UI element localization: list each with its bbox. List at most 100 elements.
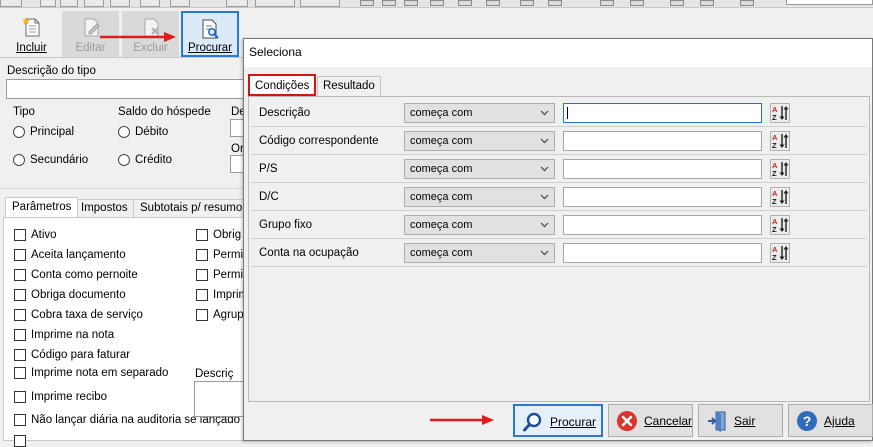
partial-tab[interactable] [0,0,22,7]
descricao-tipo-input[interactable] [6,79,244,99]
value-input[interactable] [563,243,762,263]
partial-control[interactable] [458,0,472,6]
nota-separado-checkbox[interactable] [14,367,26,379]
partial-control[interactable] [430,0,444,6]
saldo-credito-radio[interactable] [118,154,130,166]
partial-tab[interactable] [140,0,160,7]
condition-select[interactable]: começa com [404,131,555,151]
partial-checkbox[interactable] [196,309,208,321]
partial-tab[interactable] [40,0,56,7]
nao-lancar-diaria-checkbox[interactable] [14,414,26,426]
tab-condicoes[interactable]: Condições [248,74,317,96]
condition-value: começa com [410,191,473,203]
checkbox-label: Agrup [213,309,244,321]
partial-control[interactable] [700,0,714,6]
ajuda-label: Ajuda [824,414,855,428]
procurar-toolbar-button[interactable]: Procurar [181,11,239,57]
codigo-faturar-checkbox[interactable] [14,349,26,361]
condition-select[interactable]: começa com [404,159,555,179]
chevron-down-icon [540,166,549,172]
svg-text:?: ? [803,413,812,429]
field-name: Código correspondente [259,135,379,147]
tab-subtotais[interactable]: Subtotais p/ resumo [133,199,250,217]
sort-az-icon[interactable]: A Z [770,187,790,207]
sort-az-icon[interactable]: A Z [770,103,790,123]
condition-value: começa com [410,163,473,175]
exit-door-icon [708,411,726,432]
tipo-secundario-radio[interactable] [13,154,25,166]
partial-checkbox[interactable] [14,435,26,447]
condition-row: Código correspondente começa com A Z [251,127,867,155]
procurar-label: Procurar [550,415,597,429]
sort-az-icon[interactable]: A Z [770,159,790,179]
partial-tab[interactable] [226,0,248,7]
condicoes-panel: Descrição começa com A Z Código correspo… [248,96,870,402]
partial-tab[interactable] [255,0,295,7]
condition-row: Descrição começa com A Z [251,99,867,127]
condition-select[interactable]: começa com [404,103,555,123]
partial-control[interactable] [670,0,684,6]
checkbox-label: Permi [213,269,244,281]
cancelar-button[interactable]: Cancelar [608,404,693,437]
value-input[interactable] [563,131,762,151]
partial-control[interactable] [548,0,562,6]
value-input[interactable] [563,215,762,235]
partial-tab[interactable] [84,0,104,7]
sort-az-icon[interactable]: A Z [770,215,790,235]
partial-checkbox[interactable] [196,249,208,261]
partial-tab[interactable] [300,0,340,7]
sort-az-icon[interactable]: A Z [770,243,790,263]
partial-tab[interactable] [60,0,78,7]
value-input[interactable] [563,159,762,179]
partial-control[interactable] [360,0,374,6]
partial-control[interactable] [740,0,754,6]
partial-checkbox[interactable] [196,269,208,281]
tab-impostos[interactable]: Impostos [74,199,135,217]
aceita-lancamento-checkbox[interactable] [14,249,26,261]
saldo-credito-label: Crédito [135,154,173,166]
partial-control[interactable] [486,0,500,6]
cobra-taxa-checkbox[interactable] [14,309,26,321]
partial-control[interactable] [600,0,614,6]
ativo-checkbox[interactable] [14,229,26,241]
condition-row: D/C começa com A Z [251,183,867,211]
condition-select[interactable]: começa com [404,215,555,235]
condition-value: começa com [410,107,473,119]
procurar-button[interactable]: Procurar [513,404,603,437]
tipo-principal-radio[interactable] [13,126,25,138]
partial-control[interactable] [382,0,396,6]
partial-control[interactable] [520,0,534,6]
partial-control[interactable] [630,0,644,6]
condition-select[interactable]: começa com [404,187,555,207]
incluir-button[interactable]: Incluir [3,11,60,57]
tab-parametros[interactable]: Parâmetros [5,197,79,217]
saldo-debito-radio[interactable] [118,126,130,138]
imprime-nota-checkbox[interactable] [14,329,26,341]
value-input[interactable] [563,187,762,207]
svg-text:Z: Z [772,113,777,122]
ajuda-button[interactable]: ? Ajuda [788,404,873,437]
imprime-recibo-checkbox[interactable] [14,391,26,403]
chevron-down-icon [540,110,549,116]
procurar-toolbar-label: Procurar [187,42,233,54]
partial-control[interactable] [404,0,418,6]
incluir-label: Incluir [16,42,47,54]
tab-resultado[interactable]: Resultado [317,76,381,96]
partial-tab[interactable] [110,0,130,7]
sort-az-icon[interactable]: A Z [770,131,790,151]
condition-value: começa com [410,219,473,231]
partial-search-box[interactable] [786,0,873,5]
saldo-debito-label: Débito [135,126,169,138]
value-input[interactable] [563,103,762,123]
condition-value: começa com [410,135,473,147]
annotation-arrow [430,415,494,425]
partial-tab[interactable] [170,0,190,7]
partial-checkbox[interactable] [196,289,208,301]
descricao-short-input[interactable] [194,381,244,417]
partial-checkbox[interactable] [196,229,208,241]
sair-button[interactable]: Sair [698,404,783,437]
obriga-documento-checkbox[interactable] [14,289,26,301]
condition-select[interactable]: começa com [404,243,555,263]
conta-pernoite-checkbox[interactable] [14,269,26,281]
checkbox-label: Imprime na nota [31,329,115,341]
